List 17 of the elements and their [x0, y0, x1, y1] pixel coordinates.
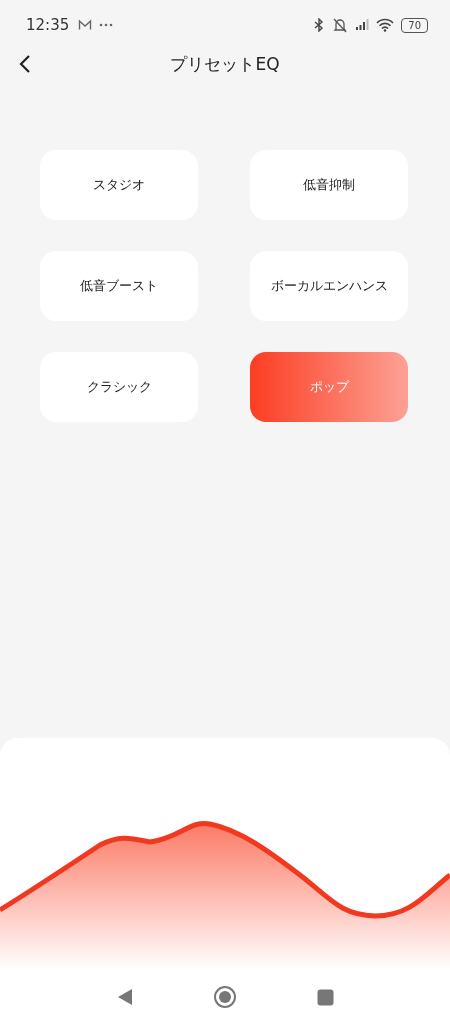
wifi-icon	[376, 18, 395, 32]
back-icon[interactable]	[18, 54, 32, 74]
status-time: 12:35	[26, 16, 70, 34]
signal-icon	[355, 19, 370, 31]
preset-button[interactable]: 低音ブースト	[40, 251, 198, 321]
muted-bell-icon	[332, 17, 349, 33]
preset-button[interactable]: スタジオ	[40, 150, 198, 220]
more-icon	[99, 23, 114, 27]
preset-button[interactable]: クラシック	[40, 352, 198, 422]
battery-indicator: 70	[401, 17, 428, 33]
back-nav-icon[interactable]	[116, 988, 133, 1006]
recents-nav-icon[interactable]	[316, 988, 334, 1006]
preset-button[interactable]: 低音抑制	[250, 150, 408, 220]
home-nav-icon[interactable]	[212, 985, 237, 1009]
preset-button[interactable]: ボーカルエンハンス	[250, 251, 408, 321]
page-title: プリセットEQ	[170, 52, 280, 76]
mail-icon	[78, 19, 93, 31]
